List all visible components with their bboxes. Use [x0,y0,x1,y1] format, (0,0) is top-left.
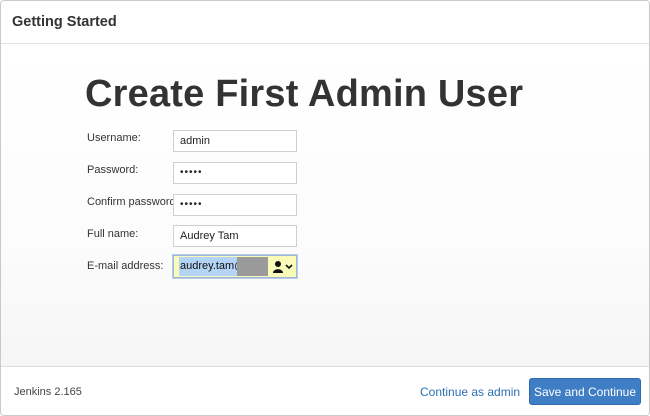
password-label: Password: [87,164,139,176]
username-input[interactable]: admin [173,130,297,152]
confirm-password-label: Confirm password: [87,196,179,208]
full-name-label: Full name: [87,228,139,240]
person-icon [273,261,283,273]
page-title: Create First Admin User [85,73,524,115]
confirm-password-input[interactable]: ••••• [173,194,297,216]
dialog-header: Getting Started [1,1,649,44]
setup-dialog: Getting Started Create First Admin User … [0,0,650,416]
version-label: Jenkins 2.165 [14,386,82,398]
password-input[interactable]: ••••• [173,162,297,184]
chevron-down-icon [285,264,293,270]
redacted-block [237,257,268,276]
username-label: Username: [87,132,141,144]
save-and-continue-button[interactable]: Save and Continue [529,378,641,405]
continue-as-admin-button[interactable]: Continue as admin [420,385,520,399]
email-label: E-mail address: [87,260,164,272]
full-name-input[interactable]: Audrey Tam [173,225,297,247]
email-input[interactable]: audrey.tam@ [173,255,297,278]
dialog-footer: Jenkins 2.165 Continue as admin Save and… [1,366,649,415]
autofill-icon[interactable] [272,258,294,275]
dialog-title: Getting Started [12,14,117,30]
